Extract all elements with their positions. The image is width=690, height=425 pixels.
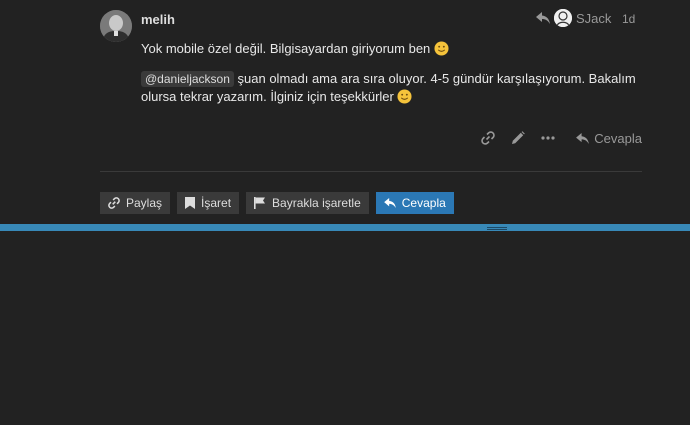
topic-progress-bar [0, 224, 690, 231]
edit-button[interactable] [510, 130, 526, 146]
post-divider [100, 171, 642, 172]
reply-icon [383, 198, 396, 208]
post-date[interactable]: 1d [622, 12, 635, 26]
post-reply-button[interactable]: Cevapla [576, 131, 642, 146]
page: melih SJack 1d Yok mobile özel değil. Bi… [0, 0, 690, 425]
flag-label: Bayrakla işaretle [272, 196, 361, 210]
topic-reply-button[interactable]: Cevapla [375, 192, 454, 214]
bookmark-button[interactable]: İşaret [177, 192, 240, 214]
post-controls: Cevapla [470, 126, 642, 150]
post-paragraph-2: @danieljackson şuan olmadı ama ara sıra … [141, 70, 641, 106]
bookmark-icon [185, 197, 196, 209]
user-mention[interactable]: @danieljackson [141, 71, 234, 87]
post-username[interactable]: melih [141, 12, 175, 27]
share-label: Paylaş [126, 196, 163, 210]
smile-emoji-icon [397, 89, 413, 104]
post-body: Yok mobile özel değil. Bilgisayardan gir… [141, 40, 641, 118]
paragraph-1-text: Yok mobile özel değil. Bilgisayardan gir… [141, 41, 431, 56]
reply-to-avatar [554, 9, 572, 27]
bookmark-label: İşaret [201, 196, 232, 210]
pencil-icon [512, 131, 526, 144]
reply-icon [576, 132, 590, 144]
flag-button[interactable]: Bayrakla işaretle [246, 192, 369, 214]
avatar[interactable] [100, 10, 132, 42]
link-icon [481, 131, 496, 145]
topic-reply-label: Cevapla [401, 196, 446, 210]
more-button[interactable] [540, 130, 556, 146]
share-button[interactable]: Paylaş [100, 192, 171, 214]
flag-icon [254, 197, 266, 209]
reply-to-tab[interactable]: SJack [536, 9, 611, 27]
post-reply-label: Cevapla [594, 130, 642, 146]
ellipsis-icon [541, 136, 555, 140]
resize-grip-icon[interactable] [487, 227, 507, 230]
reply-to-username: SJack [576, 10, 612, 26]
post-paragraph-1: Yok mobile özel değil. Bilgisayardan gir… [141, 40, 641, 58]
topic-footer-buttons: Paylaş İşaret Bayrakla işaretle Cevapla [100, 192, 454, 214]
copy-link-button[interactable] [480, 130, 496, 146]
reply-icon [536, 12, 550, 24]
smile-emoji-icon [434, 41, 449, 56]
link-icon [108, 197, 120, 209]
